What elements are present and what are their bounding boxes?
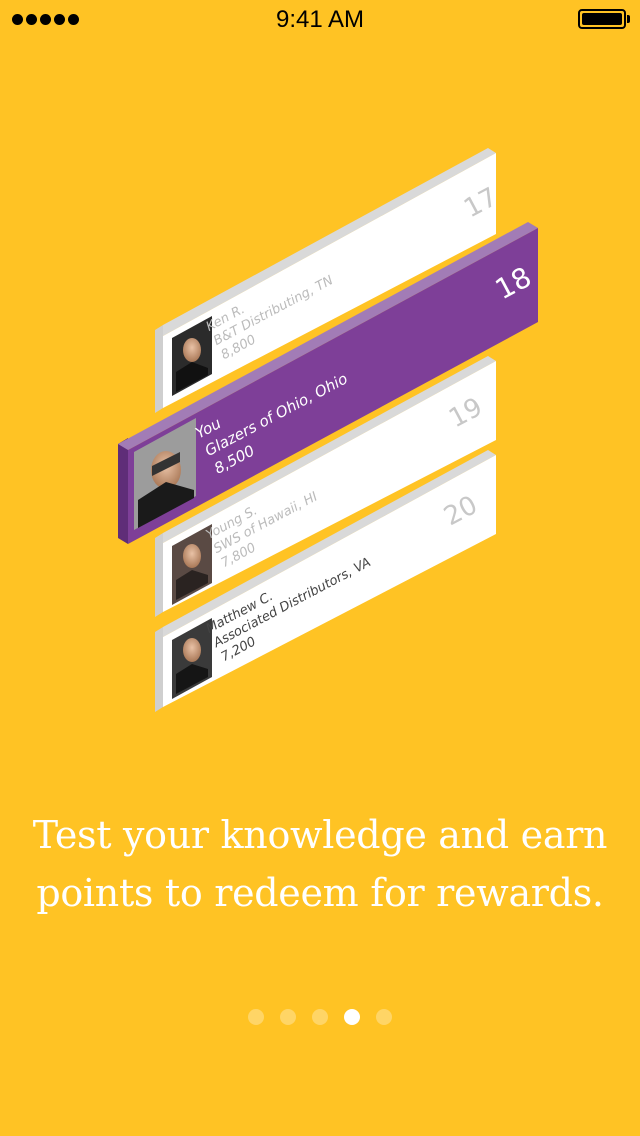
page-dot-3[interactable] (312, 1009, 328, 1025)
page-dot-4[interactable] (344, 1009, 360, 1025)
page-dot-1[interactable] (248, 1009, 264, 1025)
tagline-line-2: points to redeem for rewards. (36, 871, 604, 915)
leaderboard-illustration: 17 Ken R. B&T Distributing, TN 8,800 19 … (0, 0, 640, 760)
page-dot-2[interactable] (280, 1009, 296, 1025)
page-indicator (0, 1009, 640, 1025)
onboarding-tagline: Test your knowledge and earn points to r… (20, 806, 620, 922)
page-dot-5[interactable] (376, 1009, 392, 1025)
tagline-line-1: Test your knowledge and earn (32, 813, 608, 857)
